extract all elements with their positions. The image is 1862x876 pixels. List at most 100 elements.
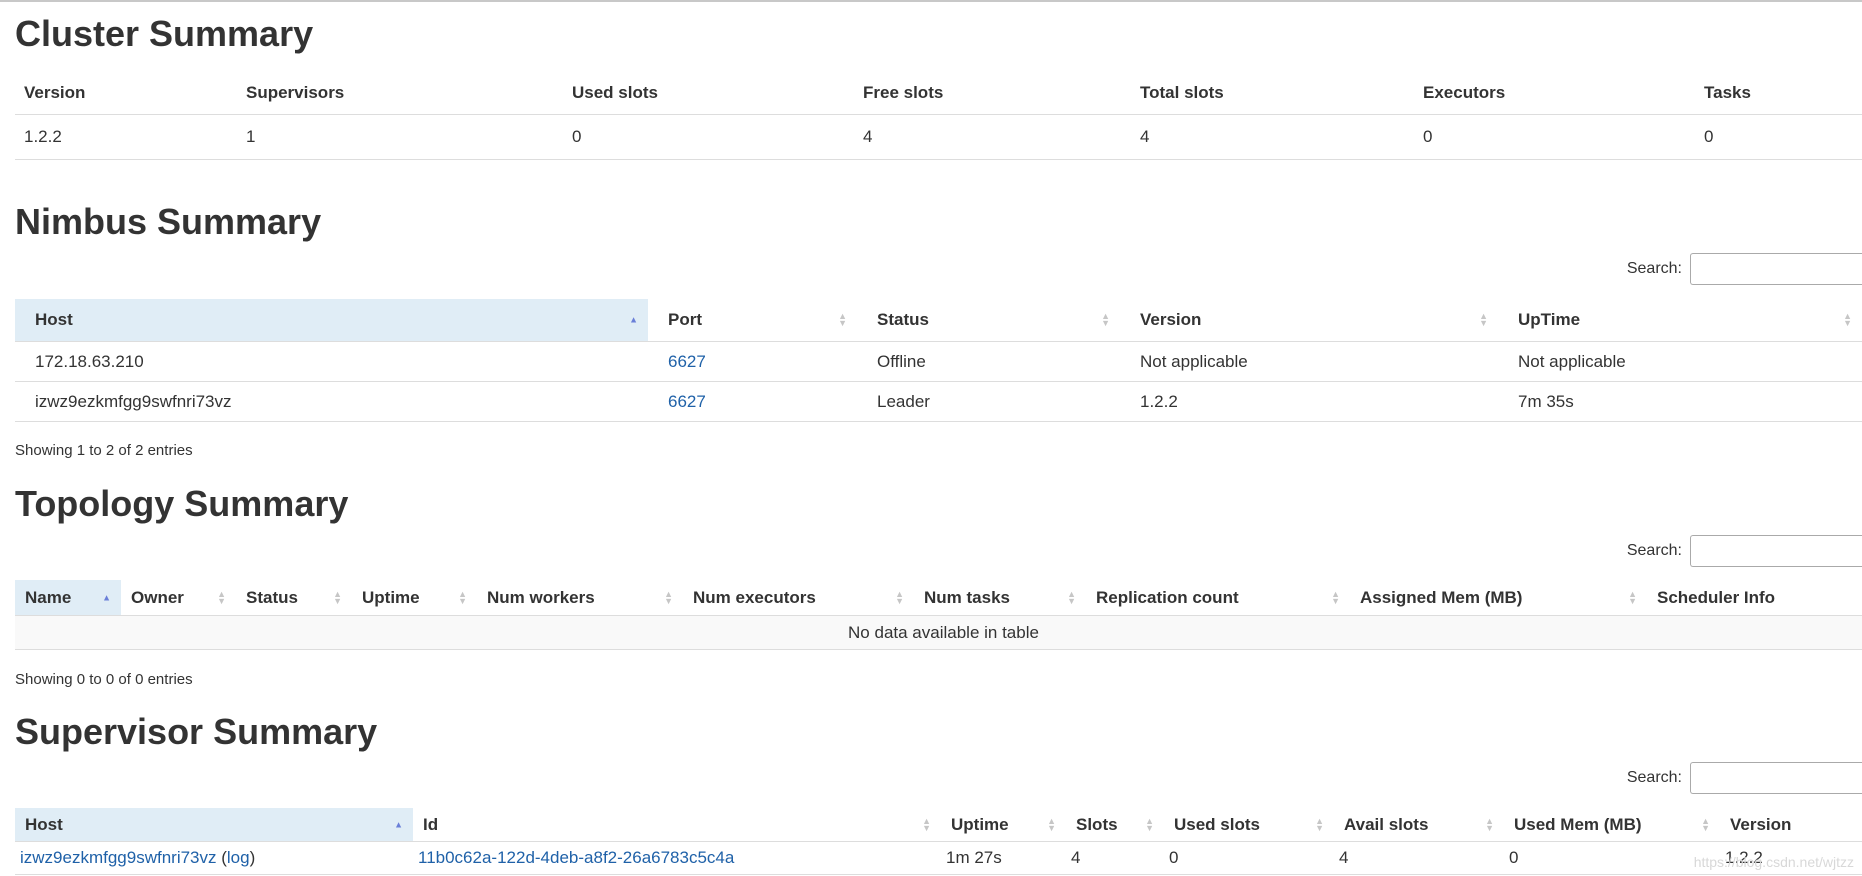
- column-header: Version: [15, 72, 237, 115]
- sort-icon: ▲ ▼: [664, 588, 673, 606]
- topology-summary-table: Name ▲ Owner ▲ ▼ Status ▲ ▼ Uptime ▲ ▼ Num …: [15, 580, 1862, 650]
- column-header-id[interactable]: Id ▲ ▼: [413, 808, 941, 842]
- cell-avail-slots: 4: [1334, 841, 1504, 875]
- column-header: Used slots: [563, 72, 854, 115]
- cell-total-slots: 4: [1131, 114, 1414, 160]
- column-header-slots[interactable]: Slots ▲ ▼: [1066, 808, 1164, 842]
- sort-icon: ▲ ▼: [1843, 311, 1852, 328]
- sort-icon: ▲ ▼: [458, 588, 467, 606]
- sort-icon: ▲ ▼: [1485, 815, 1494, 833]
- column-header: Total slots: [1131, 72, 1414, 115]
- table-row: izwz9ezkmfgg9swfnri73vz (log) 11b0c62a-1…: [15, 841, 1862, 875]
- cell-uptime: 7m 35s: [1498, 381, 1862, 422]
- sort-icon: ▲ ▼: [922, 815, 931, 833]
- column-header-owner[interactable]: Owner ▲ ▼: [121, 580, 236, 616]
- cell-free-slots: 4: [854, 114, 1131, 160]
- supervisor-search: Search:: [1627, 762, 1862, 794]
- cell-version: 1.2.2: [15, 114, 237, 160]
- sort-icon: ▲ ▼: [217, 588, 226, 606]
- cell-supervisors: 1: [237, 114, 563, 160]
- supervisor-summary-table: Host ▲ Id ▲ ▼ Uptime ▲ ▼ Slots ▲ ▼ Used slo…: [15, 808, 1862, 875]
- table-row: 172.18.63.210 6627 Offline Not applicabl…: [15, 341, 1862, 382]
- sort-icon: ▲ ▼: [1067, 588, 1076, 606]
- nimbus-search: Search:: [1627, 253, 1862, 285]
- table-header-row: Name ▲ Owner ▲ ▼ Status ▲ ▼ Uptime ▲ ▼ Num …: [15, 580, 1862, 616]
- sort-icon: ▲ ▼: [1701, 815, 1710, 833]
- nimbus-summary-title: Nimbus Summary: [15, 201, 322, 242]
- sort-icon: ▲ ▼: [838, 311, 847, 328]
- column-header-avail-slots[interactable]: Avail slots ▲ ▼: [1334, 808, 1504, 842]
- cell-id: 11b0c62a-122d-4deb-a8f2-26a6783c5c4a: [413, 841, 941, 875]
- watermark-text: https://blog.csdn.net/wjtzz: [1693, 854, 1854, 870]
- topology-search-input[interactable]: [1690, 535, 1862, 567]
- supervisor-host-link[interactable]: izwz9ezkmfgg9swfnri73vz: [20, 848, 217, 867]
- cell-tasks: 0: [1695, 114, 1862, 160]
- cell-slots: 4: [1066, 841, 1164, 875]
- supervisor-summary-title: Supervisor Summary: [15, 711, 378, 752]
- column-header-version[interactable]: Version ▲ ▼: [1120, 299, 1498, 342]
- cell-uptime: Not applicable: [1498, 341, 1862, 382]
- column-header-uptime[interactable]: UpTime ▲ ▼: [1498, 299, 1862, 342]
- column-header-name[interactable]: Name ▲: [15, 580, 121, 616]
- column-header-host[interactable]: Host ▲: [15, 299, 648, 342]
- sort-ascending-icon: ▲: [394, 819, 403, 829]
- cluster-summary-table: Version Supervisors Used slots Free slot…: [15, 72, 1862, 160]
- cell-host: izwz9ezkmfgg9swfnri73vz: [15, 381, 648, 422]
- topology-table-info: Showing 0 to 0 of 0 entries: [15, 671, 193, 688]
- column-header: Free slots: [854, 72, 1131, 115]
- cell-host: izwz9ezkmfgg9swfnri73vz (log): [15, 841, 413, 875]
- column-header-version[interactable]: Version: [1720, 808, 1862, 842]
- cell-used-slots: 0: [1164, 841, 1334, 875]
- sort-icon: ▲ ▼: [1101, 311, 1110, 328]
- column-header-port[interactable]: Port ▲ ▼: [648, 299, 857, 342]
- cell-status: Leader: [857, 381, 1120, 422]
- column-header-used-slots[interactable]: Used slots ▲ ▼: [1164, 808, 1334, 842]
- supervisor-search-input[interactable]: [1690, 762, 1862, 794]
- search-label: Search:: [1626, 769, 1682, 786]
- empty-table-row: No data available in table: [15, 615, 1862, 650]
- column-header-uptime[interactable]: Uptime ▲ ▼: [352, 580, 477, 616]
- top-border: [0, 0, 1862, 2]
- search-label: Search:: [1626, 542, 1682, 559]
- supervisor-log-link[interactable]: log: [227, 848, 250, 867]
- table-header-row: Version Supervisors Used slots Free slot…: [15, 72, 1862, 115]
- cell-executors: 0: [1414, 114, 1695, 160]
- sort-icon: ▲ ▼: [895, 588, 904, 606]
- sort-icon: ▲ ▼: [1479, 311, 1488, 328]
- cluster-summary-title: Cluster Summary: [15, 13, 314, 54]
- empty-table-message: No data available in table: [15, 615, 1862, 650]
- nimbus-summary-table: Host ▲ Port ▲ ▼ Status ▲ ▼ Version ▲ ▼ UpTi…: [15, 299, 1862, 422]
- sort-icon: ▲ ▼: [1315, 815, 1324, 833]
- column-header-num-workers[interactable]: Num workers ▲ ▼: [477, 580, 683, 616]
- column-header-status[interactable]: Status ▲ ▼: [857, 299, 1120, 342]
- cell-port: 6627: [648, 381, 857, 422]
- sort-icon: ▲ ▼: [1145, 815, 1154, 833]
- search-label: Search:: [1626, 260, 1682, 277]
- sort-ascending-icon: ▲: [629, 314, 638, 325]
- table-row: izwz9ezkmfgg9swfnri73vz 6627 Leader 1.2.…: [15, 381, 1862, 422]
- column-header-num-tasks[interactable]: Num tasks ▲ ▼: [914, 580, 1086, 616]
- column-header-num-executors[interactable]: Num executors ▲ ▼: [683, 580, 914, 616]
- column-header-replication-count[interactable]: Replication count ▲ ▼: [1086, 580, 1350, 616]
- nimbus-table-info: Showing 1 to 2 of 2 entries: [15, 442, 193, 459]
- column-header-used-mem[interactable]: Used Mem (MB) ▲ ▼: [1504, 808, 1720, 842]
- port-link[interactable]: 6627: [668, 392, 706, 411]
- column-header-uptime[interactable]: Uptime ▲ ▼: [941, 808, 1066, 842]
- column-header-scheduler-info[interactable]: Scheduler Info: [1647, 580, 1862, 616]
- cell-port: 6627: [648, 341, 857, 382]
- cell-version: 1.2.2: [1120, 381, 1498, 422]
- cell-used-mem: 0: [1504, 841, 1720, 875]
- column-header-status[interactable]: Status ▲ ▼: [236, 580, 352, 616]
- cell-uptime: 1m 27s: [941, 841, 1066, 875]
- table-header-row: Host ▲ Port ▲ ▼ Status ▲ ▼ Version ▲ ▼ UpTi…: [15, 299, 1862, 342]
- column-header-host[interactable]: Host ▲: [15, 808, 413, 842]
- nimbus-search-input[interactable]: [1690, 253, 1862, 285]
- supervisor-id-link[interactable]: 11b0c62a-122d-4deb-a8f2-26a6783c5c4a: [418, 848, 734, 867]
- sort-ascending-icon: ▲: [102, 592, 111, 602]
- column-header-assigned-mem[interactable]: Assigned Mem (MB) ▲ ▼: [1350, 580, 1647, 616]
- port-link[interactable]: 6627: [668, 352, 706, 371]
- sort-icon: ▲ ▼: [1331, 588, 1340, 606]
- sort-icon: ▲ ▼: [1628, 588, 1637, 606]
- table-row: 1.2.2 1 0 4 4 0 0: [15, 114, 1862, 160]
- cell-status: Offline: [857, 341, 1120, 382]
